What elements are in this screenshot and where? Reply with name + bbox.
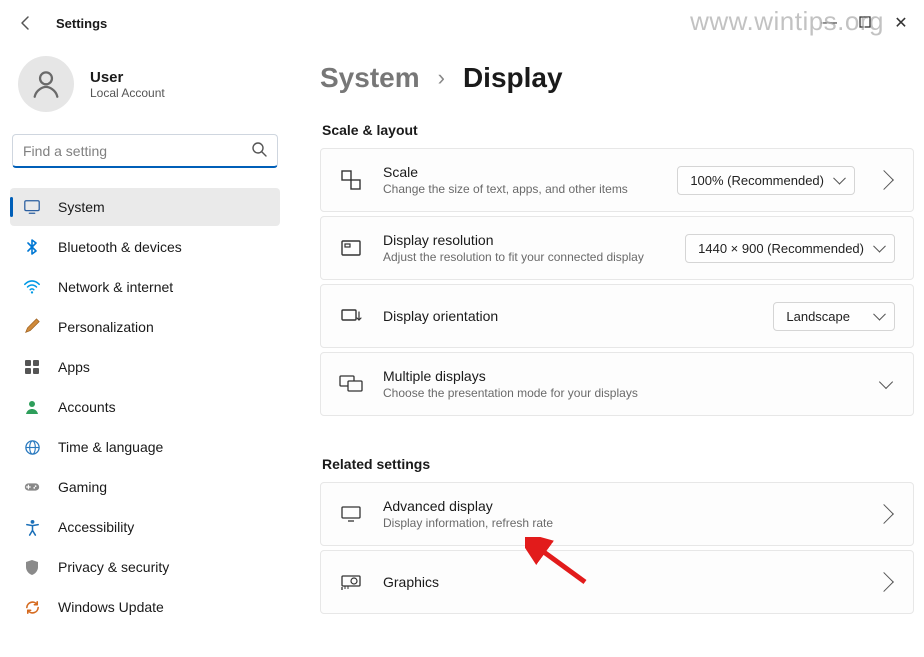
nav-item-accounts[interactable]: Accounts [10, 388, 280, 426]
nav-label: Personalization [58, 319, 154, 335]
maximize-button[interactable] [856, 16, 874, 31]
chevron-right-icon[interactable] [874, 170, 894, 190]
breadcrumb-parent[interactable]: System [320, 62, 420, 94]
wifi-icon [22, 277, 42, 297]
setting-title: Display orientation [383, 308, 773, 324]
orientation-icon [339, 304, 363, 328]
nav-list: System Bluetooth & devices Network & int… [10, 188, 280, 626]
nav-item-system[interactable]: System [10, 188, 280, 226]
window-title: Settings [56, 16, 107, 31]
nav-item-update[interactable]: Windows Update [10, 588, 280, 626]
setting-subtitle: Adjust the resolution to fit your connec… [383, 250, 685, 264]
chevron-down-icon[interactable] [879, 375, 893, 389]
apps-icon [22, 357, 42, 377]
avatar [18, 56, 74, 112]
scale-dropdown[interactable]: 100% (Recommended) [677, 166, 855, 195]
bluetooth-icon [22, 237, 42, 257]
shield-icon [22, 557, 42, 577]
breadcrumb-current: Display [463, 62, 563, 94]
setting-resolution[interactable]: Display resolution Adjust the resolution… [320, 216, 914, 280]
profile-name: User [90, 69, 165, 86]
nav-label: Apps [58, 359, 90, 375]
update-icon [22, 597, 42, 617]
title-bar: Settings ― ✕ [0, 0, 924, 46]
content-area: System › Display Scale & layout Scale Ch… [290, 46, 924, 657]
setting-subtitle: Choose the presentation mode for your di… [383, 386, 873, 400]
setting-title: Scale [383, 164, 677, 180]
gamepad-icon [22, 477, 42, 497]
chevron-right-icon[interactable] [874, 572, 894, 592]
nav-item-accessibility[interactable]: Accessibility [10, 508, 280, 546]
setting-graphics[interactable]: Graphics [320, 550, 914, 614]
nav-label: Windows Update [58, 599, 164, 615]
nav-item-time-language[interactable]: Time & language [10, 428, 280, 466]
resolution-icon [339, 236, 363, 260]
setting-title: Display resolution [383, 232, 685, 248]
nav-label: Gaming [58, 479, 107, 495]
resolution-dropdown[interactable]: 1440 × 900 (Recommended) [685, 234, 895, 263]
setting-title: Graphics [383, 574, 869, 590]
nav-item-personalization[interactable]: Personalization [10, 308, 280, 346]
chevron-right-icon: › [438, 65, 445, 91]
search-box[interactable] [12, 134, 278, 168]
close-button[interactable]: ✕ [892, 13, 910, 33]
accessibility-icon [22, 517, 42, 537]
nav-label: Bluetooth & devices [58, 239, 182, 255]
minimize-button[interactable]: ― [820, 14, 838, 32]
multiple-displays-icon [339, 372, 363, 396]
nav-item-bluetooth[interactable]: Bluetooth & devices [10, 228, 280, 266]
scale-icon [339, 168, 363, 192]
orientation-dropdown[interactable]: Landscape [773, 302, 895, 331]
setting-advanced-display[interactable]: Advanced display Display information, re… [320, 482, 914, 546]
sidebar: User Local Account System Blu [0, 46, 290, 657]
setting-multiple-displays[interactable]: Multiple displays Choose the presentatio… [320, 352, 914, 416]
nav-item-gaming[interactable]: Gaming [10, 468, 280, 506]
search-icon [251, 141, 267, 160]
nav-label: Accounts [58, 399, 116, 415]
setting-scale[interactable]: Scale Change the size of text, apps, and… [320, 148, 914, 212]
section-heading-related: Related settings [322, 456, 914, 472]
setting-subtitle: Change the size of text, apps, and other… [383, 182, 677, 196]
nav-label: Accessibility [58, 519, 134, 535]
person-icon [22, 397, 42, 417]
back-button[interactable] [14, 11, 38, 35]
system-icon [22, 197, 42, 217]
breadcrumb: System › Display [320, 62, 914, 94]
nav-item-privacy[interactable]: Privacy & security [10, 548, 280, 586]
setting-title: Multiple displays [383, 368, 873, 384]
setting-subtitle: Display information, refresh rate [383, 516, 869, 530]
profile-subtitle: Local Account [90, 86, 165, 100]
brush-icon [22, 317, 42, 337]
profile-block[interactable]: User Local Account [10, 50, 280, 130]
nav-label: Privacy & security [58, 559, 169, 575]
search-input[interactable] [23, 143, 251, 159]
globe-icon [22, 437, 42, 457]
gpu-icon [339, 570, 363, 594]
nav-label: System [58, 199, 105, 215]
nav-label: Time & language [58, 439, 163, 455]
nav-item-network[interactable]: Network & internet [10, 268, 280, 306]
section-heading-scale-layout: Scale & layout [322, 122, 914, 138]
setting-orientation[interactable]: Display orientation Landscape [320, 284, 914, 348]
setting-title: Advanced display [383, 498, 869, 514]
chevron-right-icon[interactable] [874, 504, 894, 524]
monitor-icon [339, 502, 363, 526]
nav-item-apps[interactable]: Apps [10, 348, 280, 386]
nav-label: Network & internet [58, 279, 173, 295]
